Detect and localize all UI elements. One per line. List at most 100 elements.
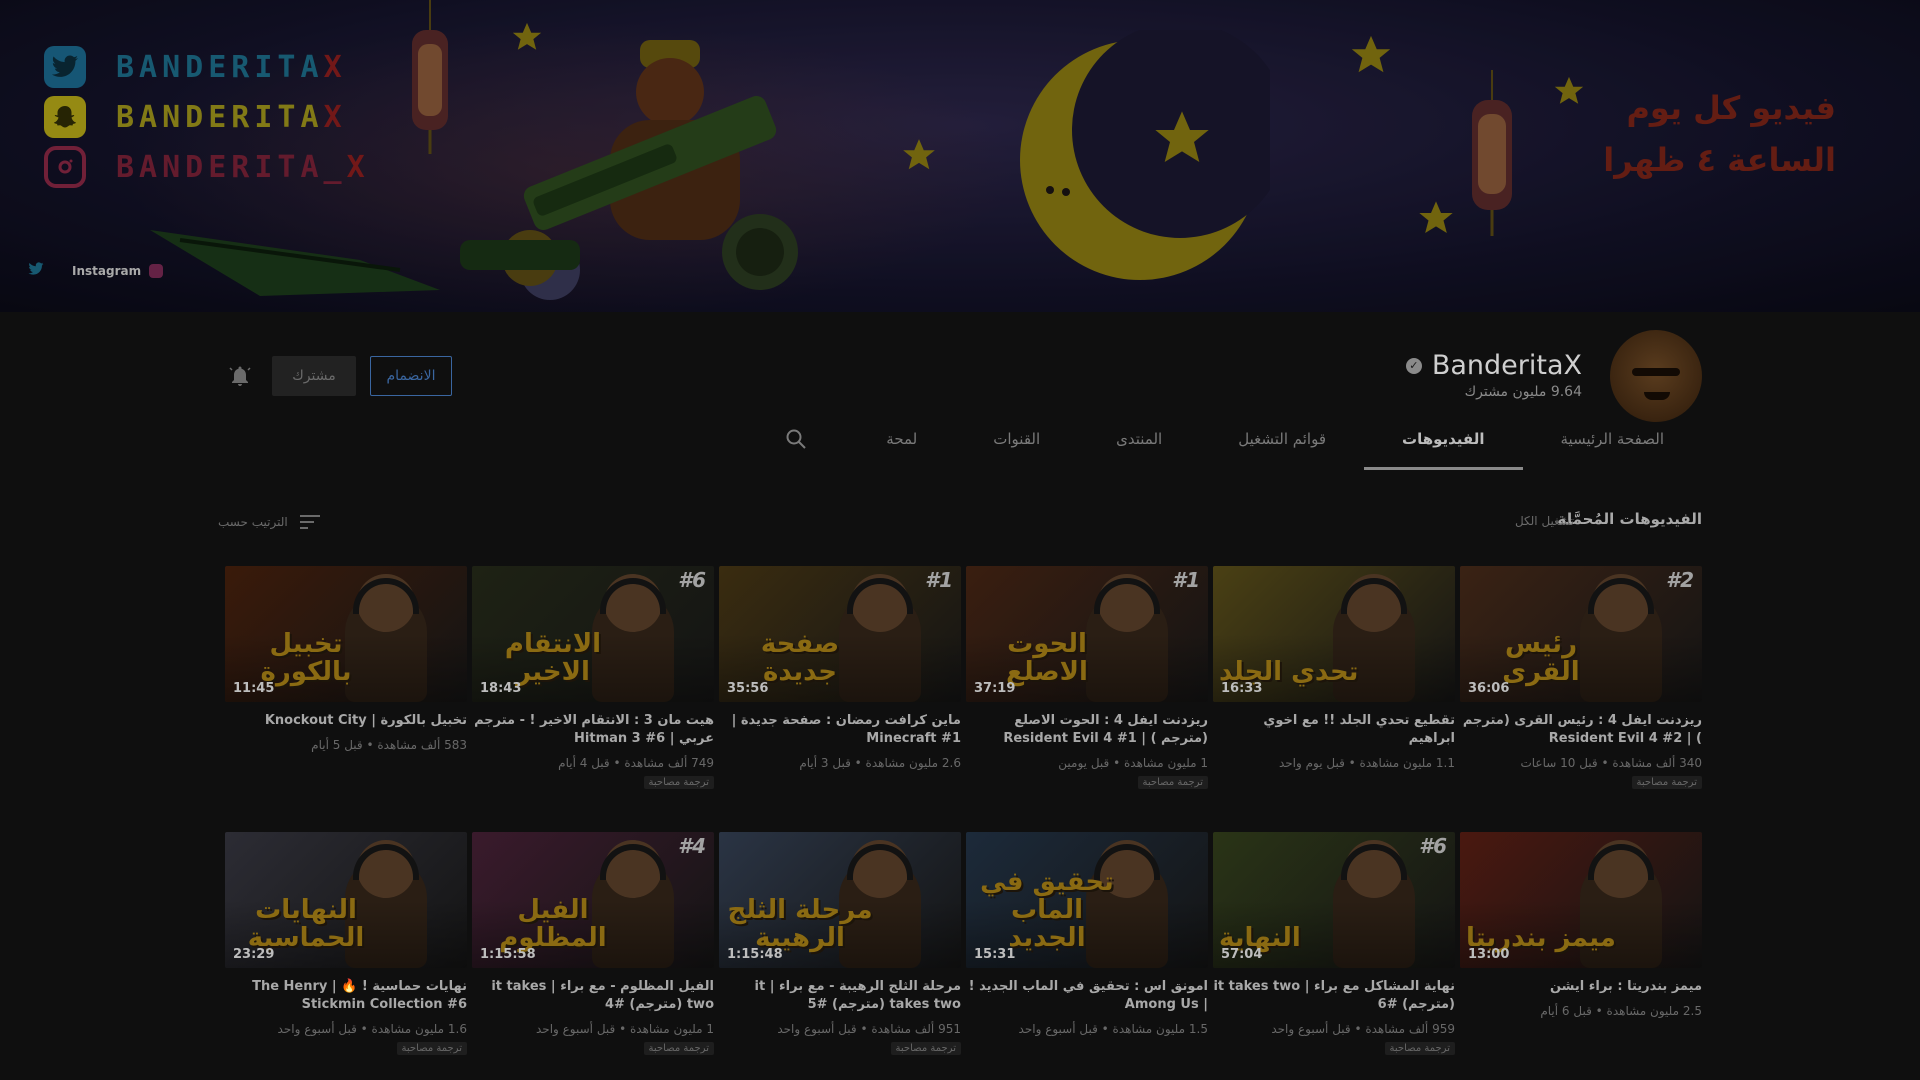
video-duration: 35:56 bbox=[727, 681, 769, 696]
tab-playlists[interactable]: قوائم التشغيل bbox=[1200, 408, 1364, 470]
subscriber-count: 9.64 مليون مشترك bbox=[1464, 384, 1582, 400]
video-thumbnail[interactable]: صفحة جديدة #1 35:56 bbox=[719, 566, 961, 702]
video-meta: 749 ألف مشاهدة • قبل 4 أيام bbox=[558, 756, 714, 770]
video-card[interactable]: رئيس القرى #2 36:06 ريزدنت ايفل 4 : رئيس… bbox=[1460, 566, 1702, 809]
thumbnail-rank: #6 bbox=[1419, 834, 1447, 858]
video-meta: 583 ألف مشاهدة • قبل 5 أيام bbox=[311, 738, 467, 752]
cc-badge: ترجمة مصاحبة bbox=[1631, 776, 1702, 789]
sort-by-label: الترتيب حسب bbox=[218, 515, 288, 529]
verified-badge-icon: ✓ bbox=[1405, 357, 1422, 374]
video-title[interactable]: نهاية المشاكل مع براء | it takes two (مت… bbox=[1213, 978, 1455, 1014]
channel-name: ✓ BanderitaX bbox=[1405, 350, 1582, 381]
video-duration: 37:19 bbox=[974, 681, 1016, 696]
video-thumbnail[interactable]: ميمز بندريتا 13:00 bbox=[1460, 832, 1702, 968]
video-thumbnail[interactable]: مرحلة الثلج الرهيبة 1:15:48 bbox=[719, 832, 961, 968]
tab-home[interactable]: الصفحة الرئيسية bbox=[1523, 408, 1703, 470]
video-meta: 1 مليون مشاهدة • قبل أسبوع واحد bbox=[535, 1022, 714, 1036]
video-card[interactable]: ميمز بندريتا 13:00 ميمز بندريتا : براء ا… bbox=[1460, 832, 1702, 1075]
video-meta: 1.5 مليون مشاهدة • قبل أسبوع واحد bbox=[1018, 1022, 1208, 1036]
play-all-link[interactable]: تشغيل الكل bbox=[1515, 514, 1574, 528]
video-duration: 1:15:48 bbox=[727, 947, 783, 962]
thumbnail-caption: الانتقام الاخير bbox=[504, 629, 602, 687]
video-card[interactable]: النهاية #6 57:04 نهاية المشاكل مع براء |… bbox=[1213, 832, 1455, 1075]
video-card[interactable]: مرحلة الثلج الرهيبة 1:15:48 مرحلة الثلج … bbox=[719, 832, 961, 1075]
thumbnail-rank: #1 bbox=[1172, 568, 1200, 592]
video-thumbnail[interactable]: الانتقام الاخير #6 18:43 bbox=[472, 566, 714, 702]
avatar-brow bbox=[1632, 368, 1680, 376]
sort-by-button[interactable]: الترتيب حسب bbox=[218, 512, 322, 532]
search-icon[interactable] bbox=[784, 427, 808, 451]
video-thumbnail[interactable]: الحوت الاصلع #1 37:19 bbox=[966, 566, 1208, 702]
subscribed-button[interactable]: مشترك bbox=[272, 356, 356, 396]
video-card[interactable]: الانتقام الاخير #6 18:43 هيت مان 3 : الا… bbox=[472, 566, 714, 809]
video-meta: 951 ألف مشاهدة • قبل أسبوع واحد bbox=[777, 1022, 961, 1036]
video-thumbnail[interactable]: الفيل المظلوم #4 1:15:58 bbox=[472, 832, 714, 968]
video-thumbnail[interactable]: النهايات الحماسية 23:29 bbox=[225, 832, 467, 968]
video-card[interactable]: تحقيق في الماب الجديد 15:31 امونق اس : ت… bbox=[966, 832, 1208, 1075]
thumbnail-caption: تحقيق في الماب الجديد bbox=[980, 867, 1114, 953]
video-meta: 1 مليون مشاهدة • قبل يومين bbox=[1058, 756, 1208, 770]
video-grid: رئيس القرى #2 36:06 ريزدنت ايفل 4 : رئيس… bbox=[224, 566, 1702, 1075]
video-title[interactable]: ماين كرافت رمضان : صفحة جديدة | Minecraf… bbox=[719, 712, 961, 748]
section-title[interactable]: الفيديوهات المُحمَّلة bbox=[1557, 510, 1702, 528]
video-title[interactable]: ريزدنت ايفل 4 : رئيس القرى (مترجم ) | Re… bbox=[1460, 712, 1702, 748]
video-title[interactable]: ميمز بندريتا : براء ايشن bbox=[1460, 978, 1702, 996]
thumbnail-caption: رئيس القرى bbox=[1502, 629, 1580, 687]
video-card[interactable]: النهايات الحماسية 23:29 نهايات حماسية ! … bbox=[225, 832, 467, 1075]
video-card[interactable]: تحدي الجلد 16:33 تقطيع تحدي الجلد !! مع … bbox=[1213, 566, 1455, 809]
video-card[interactable]: صفحة جديدة #1 35:56 ماين كرافت رمضان : ص… bbox=[719, 566, 961, 809]
video-meta: 2.5 مليون مشاهدة • قبل 6 أيام bbox=[1540, 1004, 1702, 1018]
sort-icon bbox=[299, 515, 320, 529]
video-thumbnail[interactable]: رئيس القرى #2 36:06 bbox=[1460, 566, 1702, 702]
tab-about[interactable]: لمحة bbox=[848, 408, 955, 470]
video-thumbnail[interactable]: تحقيق في الماب الجديد 15:31 bbox=[966, 832, 1208, 968]
thumbnail-rank: #4 bbox=[678, 834, 706, 858]
notification-bell-icon[interactable] bbox=[228, 364, 252, 388]
tab-channels[interactable]: القنوات bbox=[955, 408, 1078, 470]
video-thumbnail[interactable]: تخبيل بالكورة 11:45 bbox=[225, 566, 467, 702]
cc-badge: ترجمة مصاحبة bbox=[1137, 776, 1208, 789]
video-title[interactable]: تقطيع تحدي الجلد !! مع اخوي ابراهيم bbox=[1213, 712, 1455, 748]
cc-badge: ترجمة مصاحبة bbox=[890, 1042, 961, 1055]
video-title[interactable]: الفيل المظلوم - مع براء | it takes two (… bbox=[472, 978, 714, 1014]
video-title[interactable]: نهايات حماسية ! 🔥 | The Henry Stickmin C… bbox=[225, 978, 467, 1014]
video-meta: 340 ألف مشاهدة • قبل 10 ساعات bbox=[1520, 756, 1702, 770]
video-title[interactable]: هيت مان 3 : الانتقام الاخير ! - مترجم عر… bbox=[472, 712, 714, 748]
video-duration: 16:33 bbox=[1221, 681, 1263, 696]
cc-badge: ترجمة مصاحبة bbox=[396, 1042, 467, 1055]
cc-badge: ترجمة مصاحبة bbox=[643, 1042, 714, 1055]
video-title[interactable]: مرحلة الثلج الرهيبة - مع براء | it takes… bbox=[719, 978, 961, 1014]
tab-community[interactable]: المنتدى bbox=[1078, 408, 1200, 470]
cc-badge: ترجمة مصاحبة bbox=[1384, 1042, 1455, 1055]
avatar-mouth bbox=[1644, 392, 1670, 400]
video-meta: 1.6 مليون مشاهدة • قبل أسبوع واحد bbox=[277, 1022, 467, 1036]
cc-badge: ترجمة مصاحبة bbox=[643, 776, 714, 789]
thumbnail-caption: الفيل المظلوم bbox=[499, 895, 607, 953]
video-thumbnail[interactable]: تحدي الجلد 16:33 bbox=[1213, 566, 1455, 702]
video-title[interactable]: امونق اس : تحقيق في الماب الجديد ! | Amo… bbox=[966, 978, 1208, 1014]
channel-banner: BANDERITAX BANDERITAX BANDERITA_X فيديو … bbox=[0, 0, 1920, 312]
video-duration: 36:06 bbox=[1468, 681, 1510, 696]
video-meta: 959 ألف مشاهدة • قبل أسبوع واحد bbox=[1271, 1022, 1455, 1036]
tab-videos[interactable]: الفيديوهات bbox=[1364, 408, 1523, 470]
video-card[interactable]: تخبيل بالكورة 11:45 تخبيل بالكورة | Knoc… bbox=[225, 566, 467, 809]
thumbnail-rank: #1 bbox=[925, 568, 953, 592]
video-meta: 1.1 مليون مشاهدة • قبل يوم واحد bbox=[1278, 756, 1455, 770]
video-card[interactable]: الحوت الاصلع #1 37:19 ريزدنت ايفل 4 : ال… bbox=[966, 566, 1208, 809]
thumbnail-rank: #6 bbox=[678, 568, 706, 592]
join-button[interactable]: الانضمام bbox=[370, 356, 452, 396]
video-title[interactable]: ريزدنت ايفل 4 : الحوت الاصلع (مترجم ) | … bbox=[966, 712, 1208, 748]
video-duration: 18:43 bbox=[480, 681, 522, 696]
thumbnail-caption: صفحة جديدة bbox=[760, 629, 840, 687]
video-duration: 57:04 bbox=[1221, 947, 1263, 962]
video-thumbnail[interactable]: النهاية #6 57:04 bbox=[1213, 832, 1455, 968]
video-duration: 23:29 bbox=[233, 947, 275, 962]
video-duration: 13:00 bbox=[1468, 947, 1510, 962]
uploads-section-header: الفيديوهات المُحمَّلة تشغيل الكل الترتيب… bbox=[218, 510, 1702, 536]
video-duration: 15:31 bbox=[974, 947, 1016, 962]
video-title[interactable]: تخبيل بالكورة | Knockout City bbox=[225, 712, 467, 730]
thumbnail-caption: الحوت الاصلع bbox=[1006, 629, 1088, 687]
video-duration: 11:45 bbox=[233, 681, 275, 696]
thumbnail-caption: النهايات الحماسية bbox=[247, 895, 365, 953]
video-card[interactable]: الفيل المظلوم #4 1:15:58 الفيل المظلوم -… bbox=[472, 832, 714, 1075]
